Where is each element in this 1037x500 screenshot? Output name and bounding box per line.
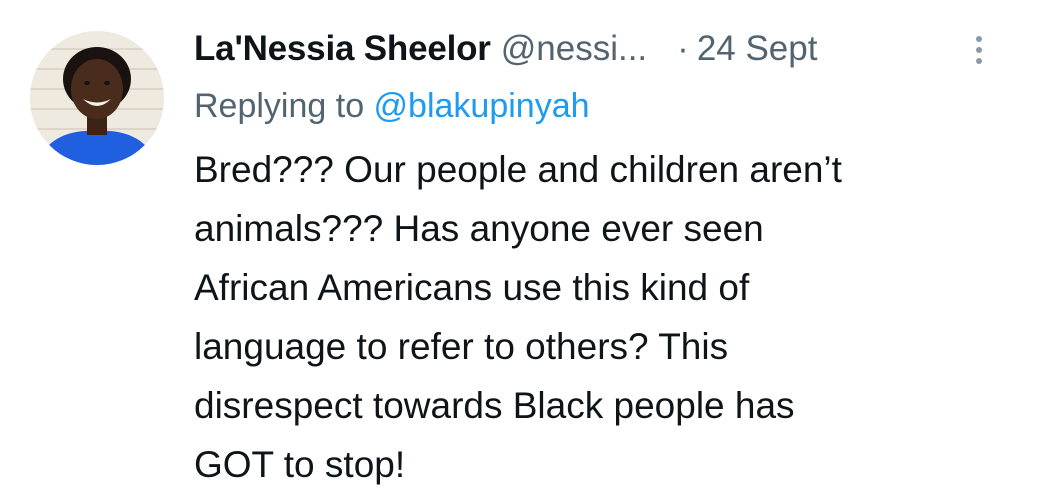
reply-mention-link[interactable]: @blakupinyah [374, 87, 590, 125]
author-display-name[interactable]: La'Nessia Sheelor [194, 29, 491, 69]
tweet-text-line: Bred??? Our people and children aren’t [194, 149, 842, 190]
author-avatar[interactable] [30, 31, 164, 165]
replying-to-line: Replying to @blakupinyah [194, 78, 1014, 134]
separator-dot: · [677, 29, 689, 68]
tweet-text-line: disrespect towards Black people has [194, 385, 795, 426]
tweet-content: La'Nessia Sheelor @nessi... · 24 Sept Re… [194, 22, 1014, 494]
tweet-text-line: animals??? Has anyone ever seen [194, 208, 764, 249]
tweet-header: La'Nessia Sheelor @nessi... · 24 Sept [194, 22, 1014, 76]
more-vertical-icon[interactable] [972, 34, 986, 66]
tweet-text-line: language to refer to others? This [194, 326, 729, 367]
tweet-card[interactable]: La'Nessia Sheelor @nessi... · 24 Sept Re… [0, 0, 1037, 500]
tweet-timestamp[interactable]: 24 Sept [697, 29, 818, 69]
replying-to-label: Replying to [194, 87, 374, 125]
author-handle[interactable]: @nessi... [501, 29, 647, 69]
tweet-text-line: GOT to stop! [194, 444, 406, 485]
tweet-text-line: African Americans use this kind of [194, 267, 750, 308]
tweet-body-text: Bred??? Our people and children aren’t a… [194, 140, 1004, 494]
profile-photo-avatar-icon [30, 31, 164, 165]
